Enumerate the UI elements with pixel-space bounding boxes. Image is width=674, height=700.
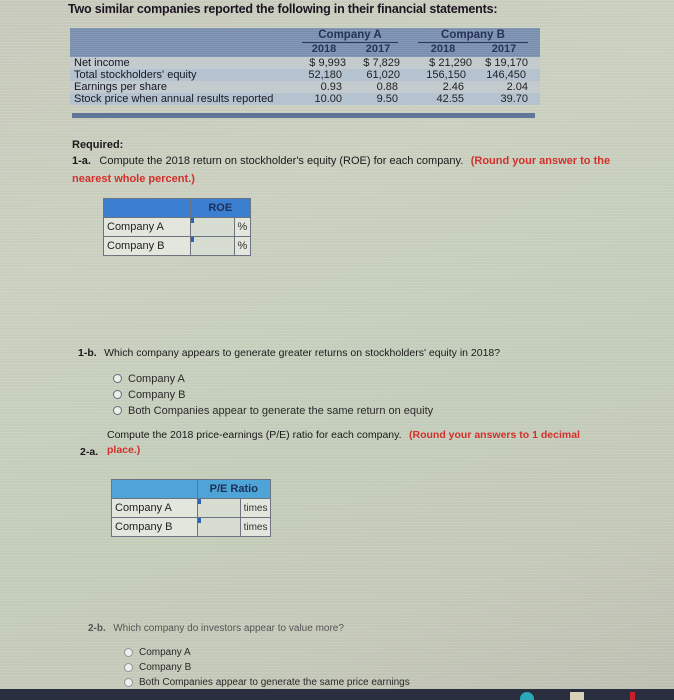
option-label: Both Companies appear to generate the sa… [139,677,410,688]
cell-value: $ 21,290 [429,57,472,69]
option-company-b[interactable]: Company B [113,388,433,401]
cell-value: $ 7,829 [363,57,400,69]
radio-button[interactable] [124,663,133,672]
question-2a: Compute the 2018 price-earnings (P/E) ra… [107,427,607,457]
row-label: Company A [103,217,191,237]
question-number: 2-b. [88,623,106,634]
row-label: Company A [111,498,198,518]
row-label: Total stockholders' equity [74,69,197,81]
question-2b: 2-b. Which company do investors appear t… [88,618,488,636]
table-row-eps: Earnings per share 0.93 0.88 2.46 2.04 [70,81,540,93]
question-1b: 1-b. Which company appears to generate g… [78,343,558,361]
roe-header: ROE [189,198,252,218]
percent-unit: % [233,236,252,256]
roe-company-b-input[interactable] [190,237,234,255]
blank-header [103,198,191,218]
problem-title: Two similar companies reported the follo… [68,2,498,16]
company-a-header: Company A [302,29,398,43]
table-row: Company A times [111,498,271,518]
question-number: 1-a. [72,155,91,167]
cell-value: 2.04 [506,81,528,93]
table-row-equity: Total stockholders' equity 52,180 61,020… [70,69,540,81]
option-label: Both Companies appear to generate the sa… [128,404,434,417]
table-row-net-income: Net income $ 9,993 $ 7,829 $ 21,290 $ 19… [70,57,540,69]
percent-unit: % [233,217,252,237]
roe-company-b-cell [189,236,235,256]
cell-value: 2.46 [442,81,464,93]
cell-value: 9.50 [376,93,398,105]
question-1b-options: Company A Company B Both Companies appea… [113,372,433,417]
option-label: Company A [139,647,191,658]
cell-value: 10.00 [314,93,342,105]
question-text: Which company do investors appear to val… [113,623,344,634]
cell-value: 61,020 [366,69,400,81]
table-footer-bar [72,113,535,118]
table-row: Company B times [111,517,271,537]
year-header: 2018 [430,43,456,55]
roe-company-a-input[interactable] [190,218,234,236]
company-b-header: Company B [418,29,528,43]
pe-company-a-input[interactable] [197,499,241,517]
option-label: Company B [139,662,192,673]
roe-answer-table: ROE Company A % Company B % [103,198,252,256]
pe-company-b-cell [196,517,242,537]
roe-company-a-cell [189,217,235,237]
cell-value: 146,450 [486,69,526,81]
option-both-companies[interactable]: Both Companies appear to generate the sa… [113,404,433,417]
folder-icon[interactable] [570,692,584,700]
cell-value: $ 9,993 [309,57,346,69]
table-row-stock-price: Stock price when annual results reported… [70,93,540,105]
question-number: 1-b. [78,347,97,359]
option-label: Company B [128,388,186,401]
cell-value: 39.70 [500,93,528,105]
radio-button[interactable] [124,678,133,687]
row-label: Company B [103,236,191,256]
cell-value: $ 19,170 [485,57,528,69]
cell-value: 0.93 [320,81,342,93]
year-header: 2017 [365,43,391,55]
question-1a: 1-a. Compute the 2018 return on stockhol… [72,151,612,187]
required-label: Required: [72,139,124,151]
question-text: Compute the 2018 price-earnings (P/E) ra… [107,429,402,441]
row-label: Company B [111,517,198,537]
question-text: Compute the 2018 return on stockholder's… [99,155,464,167]
pe-company-b-input[interactable] [197,518,241,536]
financial-data-table: Company A Company B 2018 2017 2018 2017 … [70,28,540,105]
option-both-companies[interactable]: Both Companies appear to generate the sa… [124,676,410,689]
row-label: Earnings per share [74,81,167,93]
taskbar [0,689,674,700]
cell-value: 52,180 [308,69,342,81]
radio-button[interactable] [113,374,122,383]
year-header: 2017 [491,43,517,55]
radio-button[interactable] [113,406,122,415]
cell-value: 42.55 [436,93,464,105]
table-row: Company B % [103,236,252,256]
year-header: 2018 [311,43,337,55]
question-text: Which company appears to generate greate… [104,347,501,359]
pe-ratio-header: P/E Ratio [196,479,272,499]
option-label: Company A [128,372,185,385]
cell-value: 156,150 [426,69,466,81]
radio-button[interactable] [124,648,133,657]
app-icon[interactable] [520,692,534,700]
option-company-b[interactable]: Company B [124,661,410,674]
blank-header [111,479,198,499]
option-company-a[interactable]: Company A [124,646,410,659]
times-unit: times [240,517,271,537]
question-number: 2-a. [80,446,99,458]
table-header: Company A Company B 2018 2017 2018 2017 [70,28,540,57]
radio-button[interactable] [113,390,122,399]
cell-value: 0.88 [376,81,398,93]
app-icon[interactable] [630,692,635,700]
pe-company-a-cell [196,498,242,518]
pe-answer-table: P/E Ratio Company A times Company B time… [111,479,272,537]
row-label: Net income [74,57,130,69]
row-label: Stock price when annual results reported [74,93,274,105]
option-company-a[interactable]: Company A [113,372,433,385]
times-unit: times [240,498,271,518]
table-row: Company A % [103,217,252,237]
question-2b-options: Company A Company B Both Companies appea… [124,646,410,689]
